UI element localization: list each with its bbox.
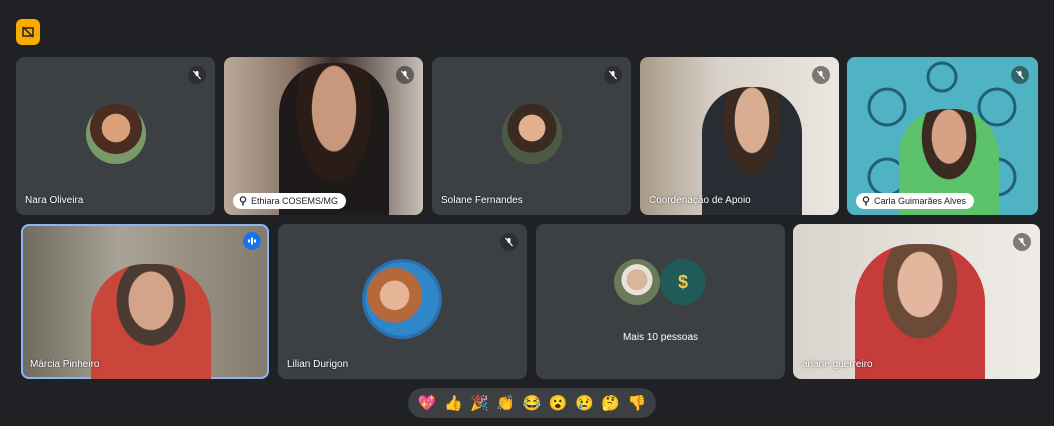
participant-tile-carla[interactable]: Carla Guimarães Alves (847, 57, 1038, 215)
avatar (365, 262, 439, 336)
participant-name-pill: Carla Guimarães Alves (856, 193, 975, 209)
audio-level-icon (243, 232, 261, 250)
reactions-bar: 💖 👍 🎉 👏 😂 😮 😢 🤔 👎 (408, 388, 656, 418)
mic-off-icon (604, 66, 622, 84)
participant-name: Coordenação de Apoio (649, 195, 751, 206)
participant-name: Carla Guimarães Alves (874, 196, 967, 206)
more-participants-label: Mais 10 pessoas (622, 332, 699, 343)
participant-grid: Nara Oliveira Ethiara COSEMS/MG Solane F… (0, 0, 1054, 426)
pin-icon (239, 196, 247, 206)
avatar: $ (660, 259, 706, 305)
participant-tile-marcia[interactable]: Márcia Pinheiro (21, 224, 269, 379)
reaction-sad[interactable]: 😢 (573, 392, 595, 414)
participant-name: Ethiara COSEMS/MG (251, 196, 339, 206)
participant-name: Márcia Pinheiro (30, 359, 100, 370)
avatar (614, 259, 660, 305)
participant-tile-nara[interactable]: Nara Oliveira (16, 57, 215, 215)
participant-tile-solane[interactable]: Solane Fernandes (432, 57, 631, 215)
mic-off-icon (188, 66, 206, 84)
participant-tile-ariane[interactable]: ariane guerreiro (793, 224, 1040, 379)
mic-off-icon (500, 233, 518, 251)
reaction-laugh[interactable]: 😂 (521, 392, 543, 414)
mic-off-icon (812, 66, 830, 84)
participant-tile-more[interactable]: $ Mais 10 pessoas (536, 224, 785, 379)
mic-off-icon (1011, 66, 1029, 84)
reaction-thumbs-up[interactable]: 👍 (442, 392, 464, 414)
participant-tile-ethiara[interactable]: Ethiara COSEMS/MG (224, 57, 423, 215)
reaction-thumbs-down[interactable]: 👎 (626, 392, 648, 414)
participant-name: ariane guerreiro (802, 359, 873, 370)
participant-name-pill: Ethiara COSEMS/MG (233, 193, 347, 209)
avatar (502, 104, 562, 164)
reaction-clap[interactable]: 👏 (495, 392, 517, 414)
pin-icon (862, 196, 870, 206)
participant-tile-lilian[interactable]: Lilian Durigon (278, 224, 527, 379)
reaction-surprised[interactable]: 😮 (547, 392, 569, 414)
reaction-heart[interactable]: 💖 (416, 392, 438, 414)
reaction-thinking[interactable]: 🤔 (600, 392, 622, 414)
mic-off-icon (396, 66, 414, 84)
avatar (86, 104, 146, 164)
video-person (91, 264, 211, 379)
participant-name: Nara Oliveira (25, 195, 84, 206)
video-person (855, 244, 985, 379)
mic-off-icon (1013, 233, 1031, 251)
participant-tile-coordenacao[interactable]: Coordenação de Apoio (640, 57, 839, 215)
reaction-party[interactable]: 🎉 (469, 392, 491, 414)
participant-name: Lilian Durigon (287, 359, 349, 370)
participant-name: Solane Fernandes (441, 195, 523, 206)
